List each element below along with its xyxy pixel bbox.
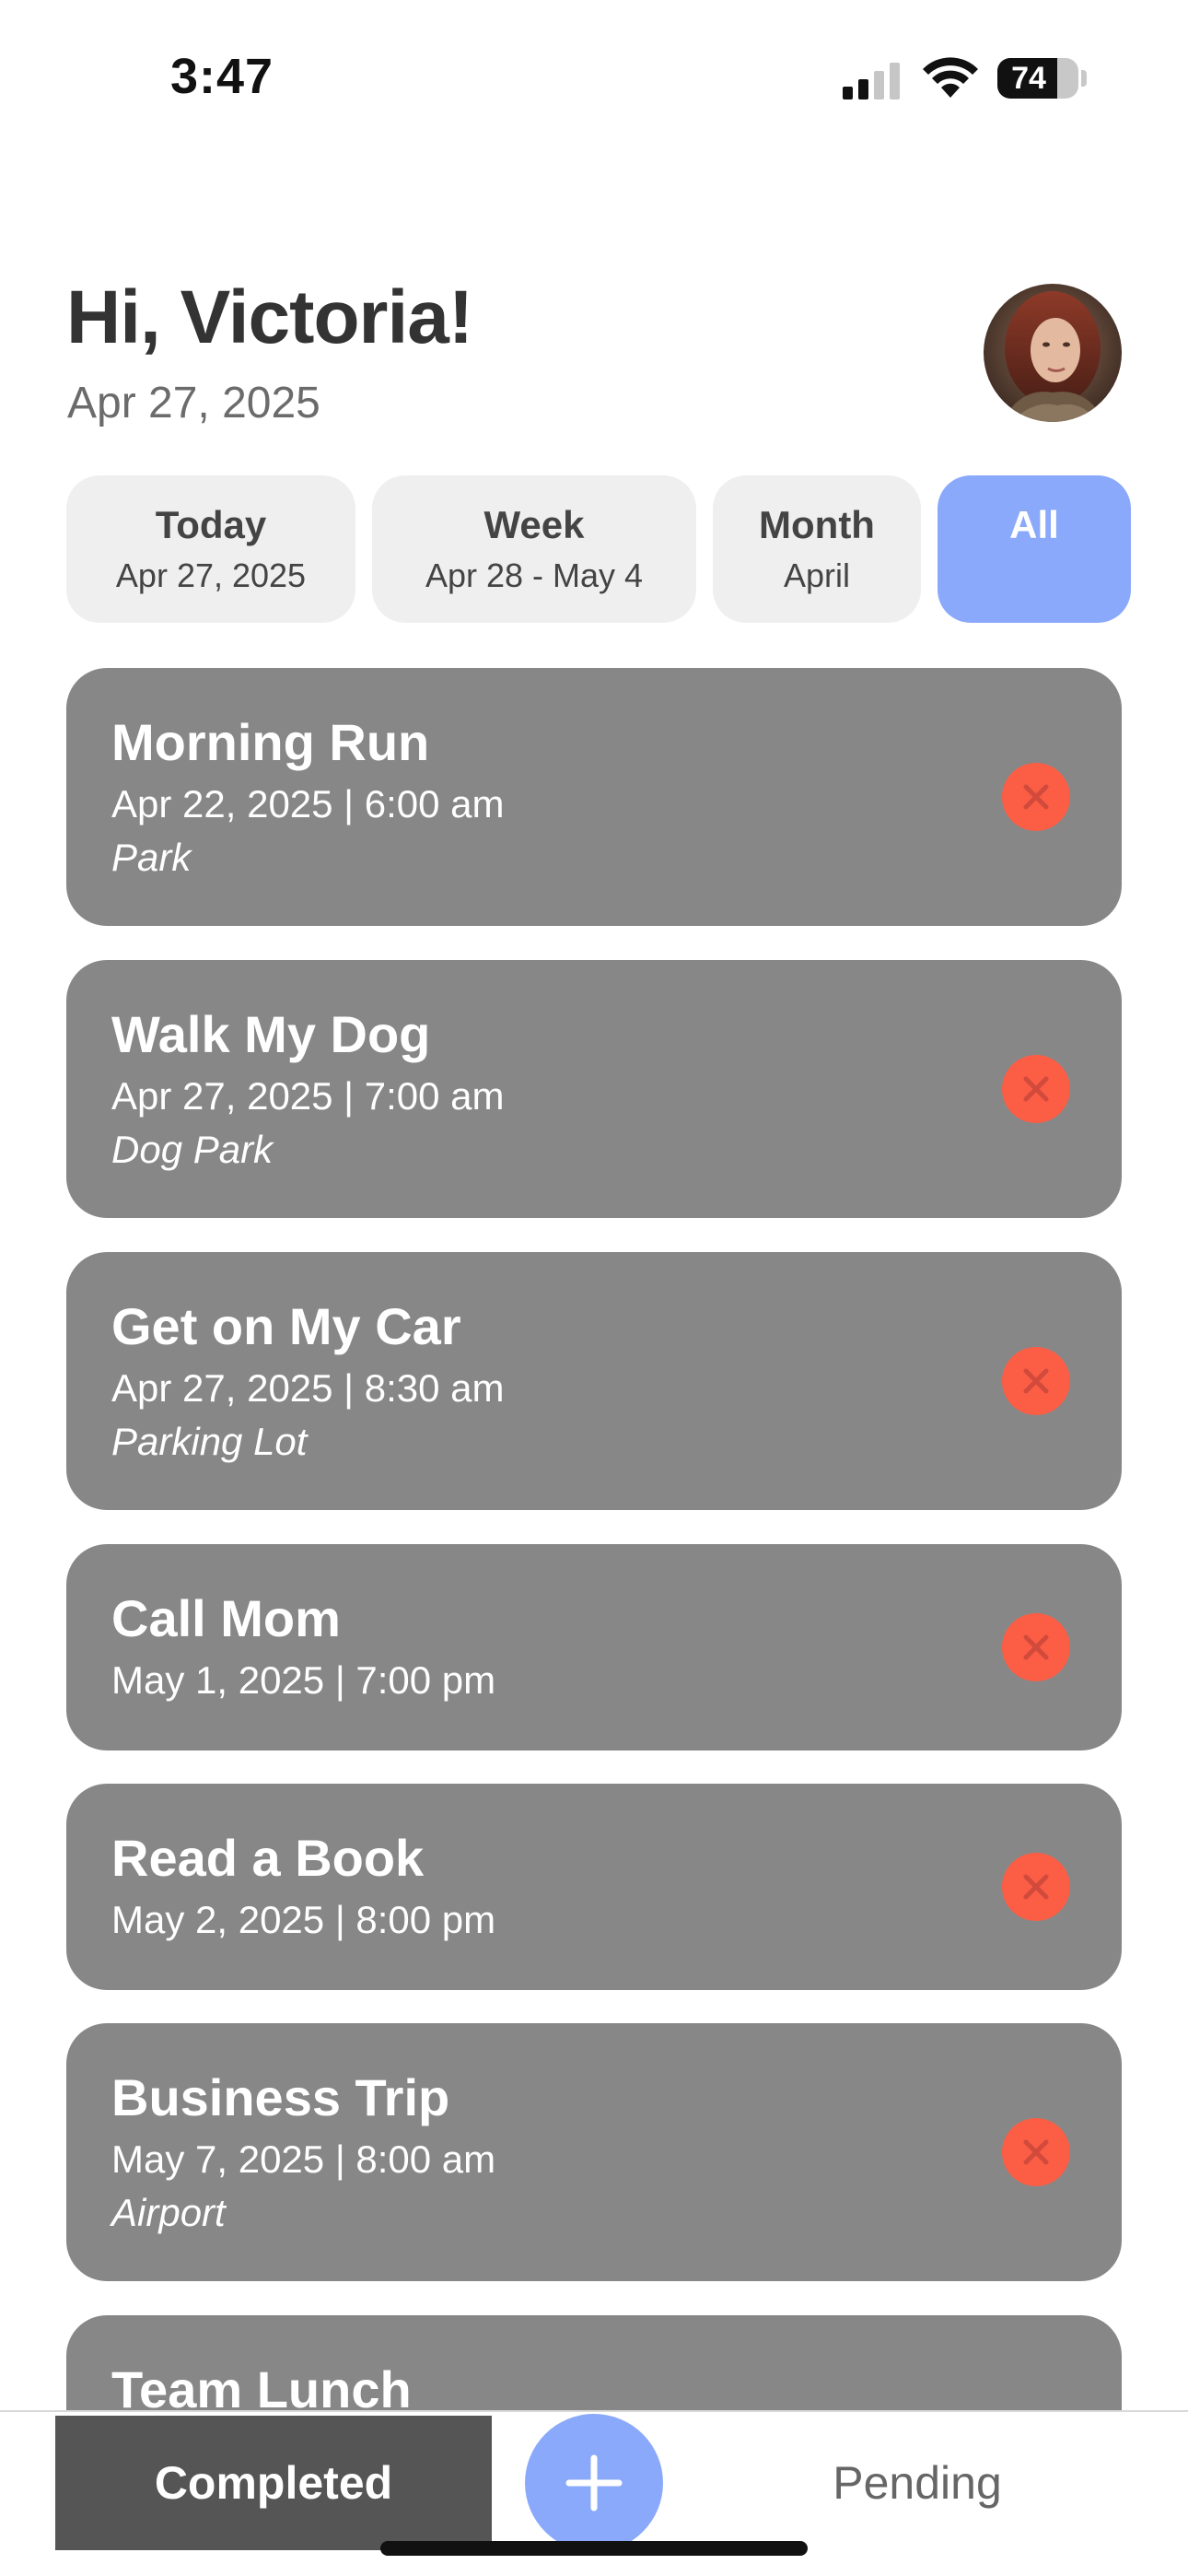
task-card[interactable]: Read a Book May 2, 2025 | 8:00 pm bbox=[66, 1784, 1122, 1990]
task-location: Airport bbox=[111, 2191, 226, 2234]
cellular-signal-icon bbox=[843, 63, 900, 100]
battery-cap bbox=[1081, 70, 1087, 87]
tab-week-sublabel: Apr 28 - May 4 bbox=[425, 556, 644, 594]
tab-week-label: Week bbox=[483, 503, 585, 546]
avatar[interactable] bbox=[984, 284, 1122, 422]
app-screen: 3:47 74 Hi, Victoria! Apr 27, 2025 Today… bbox=[0, 0, 1188, 2576]
delete-button[interactable] bbox=[1002, 2118, 1070, 2186]
task-card[interactable]: Morning Run Apr 22, 2025 | 6:00 am Park bbox=[66, 668, 1122, 926]
close-icon bbox=[1023, 784, 1049, 810]
task-title: Morning Run bbox=[111, 713, 430, 771]
delete-button[interactable] bbox=[1002, 1853, 1070, 1921]
tab-today-sublabel: Apr 27, 2025 bbox=[115, 556, 307, 594]
task-datetime: May 7, 2025 | 8:00 am bbox=[111, 2137, 496, 2181]
battery-percent: 74 bbox=[1011, 61, 1046, 96]
task-location: Dog Park bbox=[111, 1128, 274, 1171]
delete-button[interactable] bbox=[1002, 1347, 1070, 1415]
close-icon bbox=[1023, 1368, 1049, 1394]
task-title: Read a Book bbox=[111, 1829, 425, 1887]
task-card[interactable]: Get on My Car Apr 27, 2025 | 8:30 am Par… bbox=[66, 1252, 1122, 1510]
task-datetime: Apr 22, 2025 | 6:00 am bbox=[111, 782, 505, 825]
task-card[interactable]: Business Trip May 7, 2025 | 8:00 am Airp… bbox=[66, 2023, 1122, 2281]
close-icon bbox=[1023, 1634, 1049, 1660]
task-card[interactable]: Call Mom May 1, 2025 | 7:00 pm bbox=[66, 1544, 1122, 1751]
completed-tab[interactable]: Completed bbox=[55, 2416, 492, 2550]
add-task-button[interactable] bbox=[525, 2414, 663, 2552]
status-time: 3:47 bbox=[170, 49, 274, 104]
delete-button[interactable] bbox=[1002, 1055, 1070, 1123]
header-date: Apr 27, 2025 bbox=[67, 379, 320, 427]
task-title: Business Trip bbox=[111, 2068, 450, 2126]
tab-week[interactable]: Week Apr 28 - May 4 bbox=[372, 475, 696, 623]
wifi-icon bbox=[923, 57, 978, 98]
battery-icon: 74 bbox=[997, 58, 1078, 99]
task-location: Park bbox=[111, 836, 192, 879]
tab-month[interactable]: Month April bbox=[713, 475, 921, 623]
tab-all[interactable]: All bbox=[938, 475, 1131, 623]
close-icon bbox=[1023, 1874, 1049, 1900]
tab-month-sublabel: April bbox=[783, 556, 851, 594]
task-card[interactable]: Walk My Dog Apr 27, 2025 | 7:00 am Dog P… bbox=[66, 960, 1122, 1218]
task-title: Call Mom bbox=[111, 1589, 341, 1647]
task-datetime: Apr 27, 2025 | 8:30 am bbox=[111, 1366, 505, 1410]
tab-all-label: All bbox=[1009, 503, 1059, 546]
task-datetime: May 2, 2025 | 8:00 pm bbox=[111, 1898, 496, 1941]
task-datetime: May 1, 2025 | 7:00 pm bbox=[111, 1658, 496, 1702]
tab-today-label: Today bbox=[155, 503, 267, 546]
tab-month-label: Month bbox=[759, 503, 875, 546]
pending-tab[interactable]: Pending bbox=[742, 2416, 1092, 2550]
task-location: Parking Lot bbox=[111, 1420, 308, 1463]
delete-button[interactable] bbox=[1002, 1613, 1070, 1681]
greeting-title: Hi, Victoria! bbox=[66, 275, 473, 359]
task-datetime: Apr 27, 2025 | 7:00 am bbox=[111, 1074, 505, 1118]
home-indicator bbox=[380, 2541, 808, 2556]
tab-today[interactable]: Today Apr 27, 2025 bbox=[66, 475, 355, 623]
close-icon bbox=[1023, 1076, 1049, 1102]
task-title: Get on My Car bbox=[111, 1297, 461, 1355]
avatar-photo bbox=[984, 284, 1122, 422]
plus-icon bbox=[565, 2454, 623, 2512]
task-title: Walk My Dog bbox=[111, 1005, 431, 1063]
delete-button[interactable] bbox=[1002, 763, 1070, 831]
close-icon bbox=[1023, 2139, 1049, 2165]
